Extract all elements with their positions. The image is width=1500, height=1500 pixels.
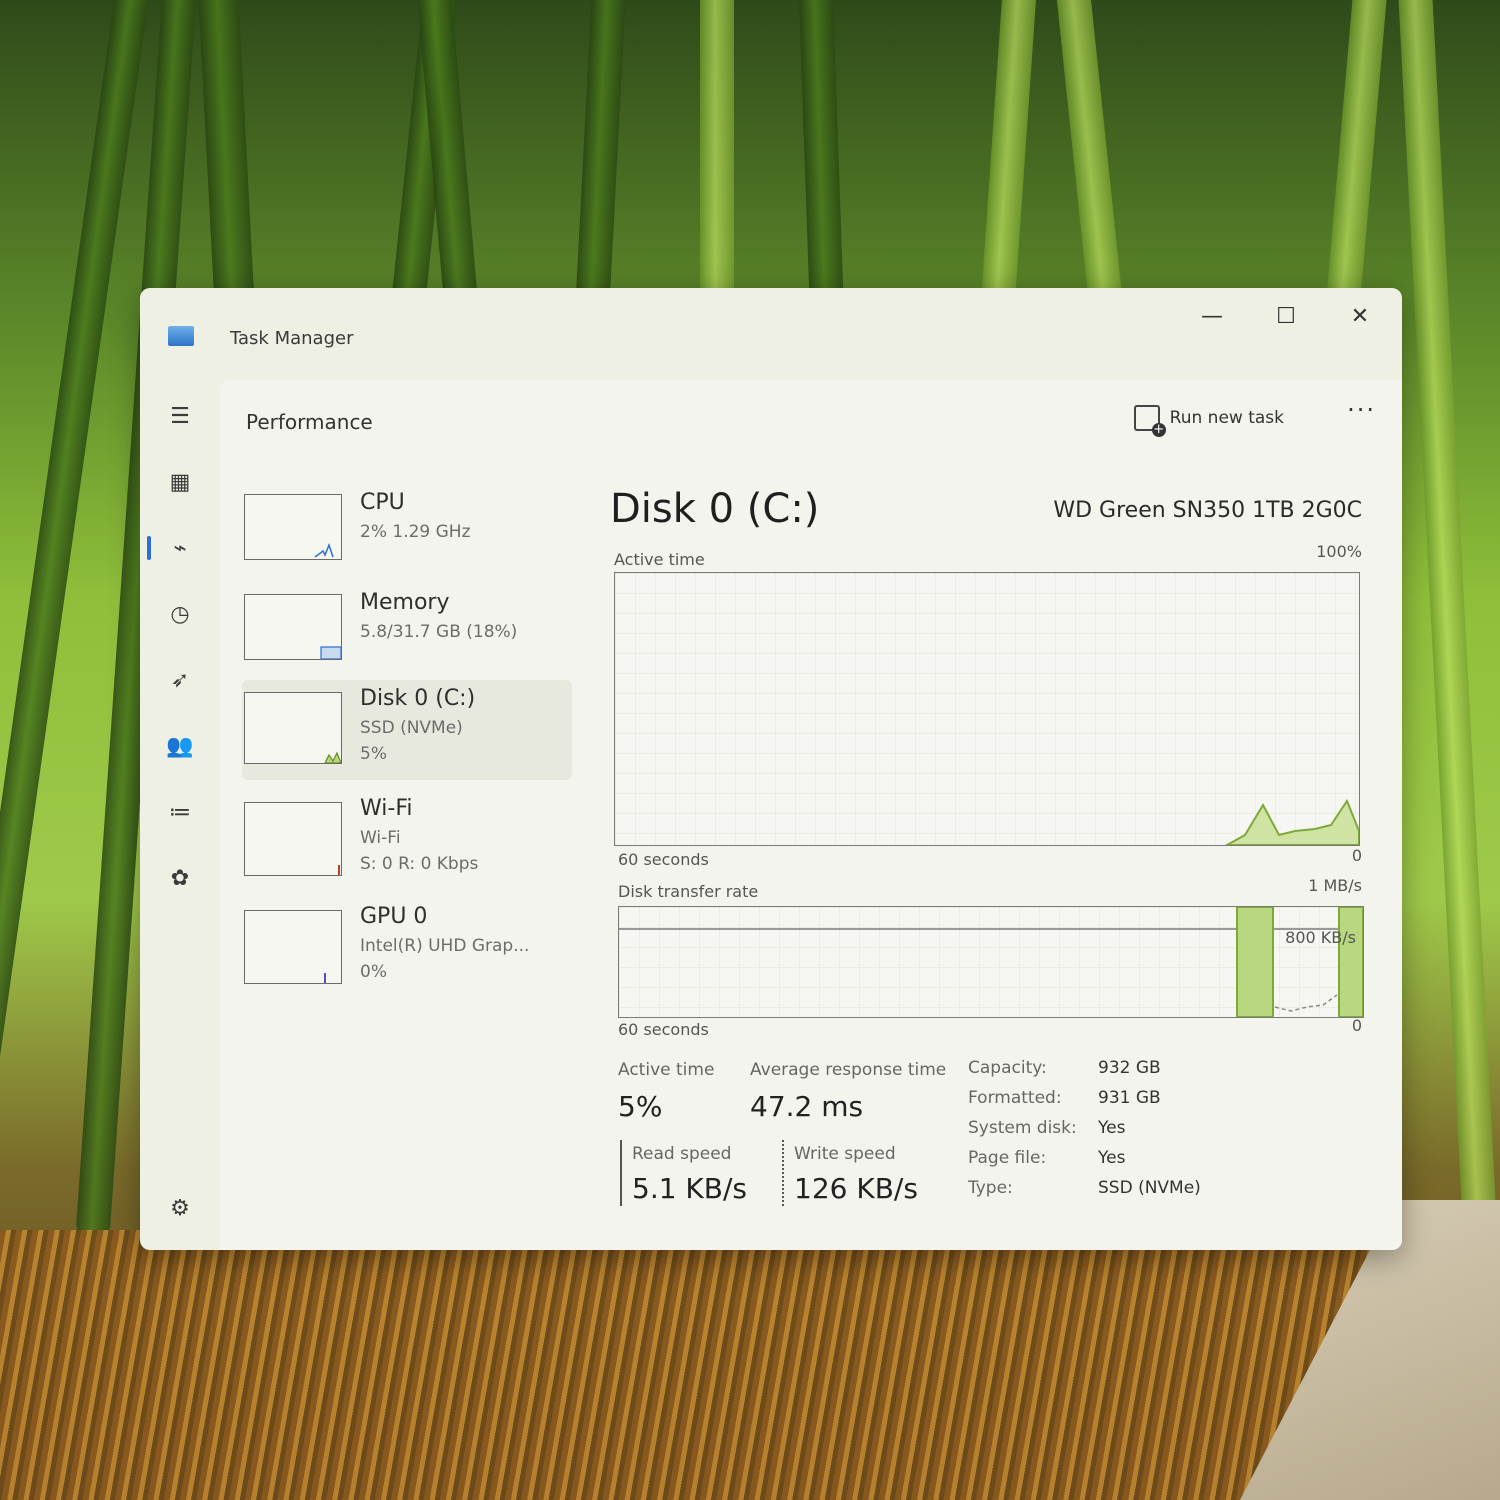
device-detail: 2% 1.29 GHz <box>360 522 471 542</box>
app-history-icon[interactable]: ◷ <box>160 594 200 634</box>
active-time-stat-value: 5% <box>618 1090 663 1123</box>
wifi-thumbnail-graph <box>244 802 342 876</box>
capacity-value: 932 GB <box>1098 1058 1161 1078</box>
page-file-label: Page file: <box>968 1148 1047 1168</box>
memory-thumbnail-graph <box>244 594 342 660</box>
transfer-duration-label: 60 seconds <box>618 1020 709 1039</box>
formatted-value: 931 GB <box>1098 1088 1161 1108</box>
performance-icon[interactable]: ⌁ <box>160 528 200 568</box>
avg-response-stat-label: Average response time <box>750 1060 947 1080</box>
transfer-mid-label: 800 KB/s <box>1285 928 1356 947</box>
run-new-task-label: Run new task <box>1169 408 1284 428</box>
write-speed-label: Write speed <box>794 1144 896 1164</box>
device-name: Memory <box>360 590 450 615</box>
task-manager-window: Task Manager — ☐ ✕ ☰ ▦ ⌁ ◷ ➶ 👥 ≔ ✿ ⚙ Per… <box>140 288 1402 1250</box>
device-item-disk-0[interactable]: Disk 0 (C:) SSD (NVMe) 5% <box>242 680 572 780</box>
active-time-max-label: 100% <box>1316 542 1362 561</box>
transfer-max-label: 1 MB/s <box>1308 876 1362 895</box>
system-disk-label: System disk: <box>968 1118 1077 1138</box>
hamburger-menu-icon[interactable]: ☰ <box>160 396 200 436</box>
users-icon[interactable]: 👥 <box>160 726 200 766</box>
type-label: Type: <box>968 1178 1013 1198</box>
device-item-wifi[interactable]: Wi-Fi Wi-Fi S: 0 R: 0 Kbps <box>242 790 572 890</box>
device-usage: 0% <box>360 962 387 982</box>
minimize-button[interactable]: — <box>1182 296 1242 336</box>
active-time-chart-label: Active time <box>614 550 705 569</box>
processes-icon[interactable]: ▦ <box>160 462 200 502</box>
device-detail: 5.8/31.7 GB (18%) <box>360 622 518 642</box>
run-new-task-button[interactable]: Run new task <box>1126 398 1292 438</box>
run-task-icon <box>1133 405 1166 437</box>
startup-apps-icon[interactable]: ➶ <box>160 660 200 700</box>
gpu-thumbnail-graph <box>244 910 342 984</box>
device-item-memory[interactable]: Memory 5.8/31.7 GB (18%) <box>242 584 572 676</box>
page-file-value: Yes <box>1098 1148 1126 1168</box>
page-title: Performance <box>246 410 373 434</box>
disk-model: WD Green SN350 1TB 2G0C <box>1053 498 1362 523</box>
disk-thumbnail-graph <box>244 692 342 764</box>
device-detail: SSD (NVMe) <box>360 718 463 738</box>
active-time-duration-label: 60 seconds <box>618 850 709 869</box>
write-speed-legend-line <box>782 1140 786 1206</box>
device-name: GPU 0 <box>360 904 428 929</box>
device-throughput: S: 0 R: 0 Kbps <box>360 854 479 874</box>
transfer-chart-label: Disk transfer rate <box>618 882 759 901</box>
device-item-gpu-0[interactable]: GPU 0 Intel(R) UHD Grap... 0% <box>242 898 572 998</box>
device-detail: Wi-Fi <box>360 828 401 848</box>
type-value: SSD (NVMe) <box>1098 1178 1201 1198</box>
device-item-cpu[interactable]: CPU 2% 1.29 GHz <box>242 484 572 576</box>
device-name: Wi-Fi <box>360 796 413 821</box>
read-speed-legend-line <box>620 1140 622 1206</box>
read-speed-value: 5.1 KB/s <box>632 1172 748 1205</box>
device-name: CPU <box>360 490 405 515</box>
task-manager-app-icon <box>168 326 194 346</box>
active-time-min-label: 0 <box>1351 846 1362 865</box>
performance-page: Performance Run new task ··· CPU 2% 1.29… <box>220 380 1402 1250</box>
services-icon[interactable]: ✿ <box>160 858 200 898</box>
transfer-min-label: 0 <box>1351 1016 1362 1035</box>
disk-title: Disk 0 (C:) <box>610 486 820 532</box>
capacity-label: Capacity: <box>968 1058 1047 1078</box>
device-name: Disk 0 (C:) <box>360 686 476 711</box>
formatted-label: Formatted: <box>968 1088 1062 1108</box>
read-speed-label: Read speed <box>632 1144 732 1164</box>
device-detail: Intel(R) UHD Grap... <box>360 936 530 956</box>
system-disk-value: Yes <box>1098 1118 1126 1138</box>
write-speed-value: 126 KB/s <box>794 1172 918 1205</box>
navigation-rail: ☰ ▦ ⌁ ◷ ➶ 👥 ≔ ✿ ⚙ <box>140 380 220 1250</box>
settings-gear-icon[interactable]: ⚙ <box>160 1188 200 1228</box>
disk-transfer-graph <box>618 906 1364 1018</box>
active-time-stat-label: Active time <box>618 1060 715 1080</box>
maximize-button[interactable]: ☐ <box>1256 296 1316 336</box>
active-time-graph <box>614 572 1360 846</box>
more-options-button[interactable]: ··· <box>1347 396 1376 424</box>
title-bar[interactable]: Task Manager — ☐ ✕ <box>140 288 1402 380</box>
details-icon[interactable]: ≔ <box>160 792 200 832</box>
device-usage: 5% <box>360 744 387 764</box>
window-title: Task Manager <box>230 328 354 349</box>
cpu-thumbnail-graph <box>244 494 342 560</box>
active-nav-indicator <box>147 536 151 560</box>
close-button[interactable]: ✕ <box>1330 296 1390 336</box>
avg-response-stat-value: 47.2 ms <box>750 1090 864 1123</box>
